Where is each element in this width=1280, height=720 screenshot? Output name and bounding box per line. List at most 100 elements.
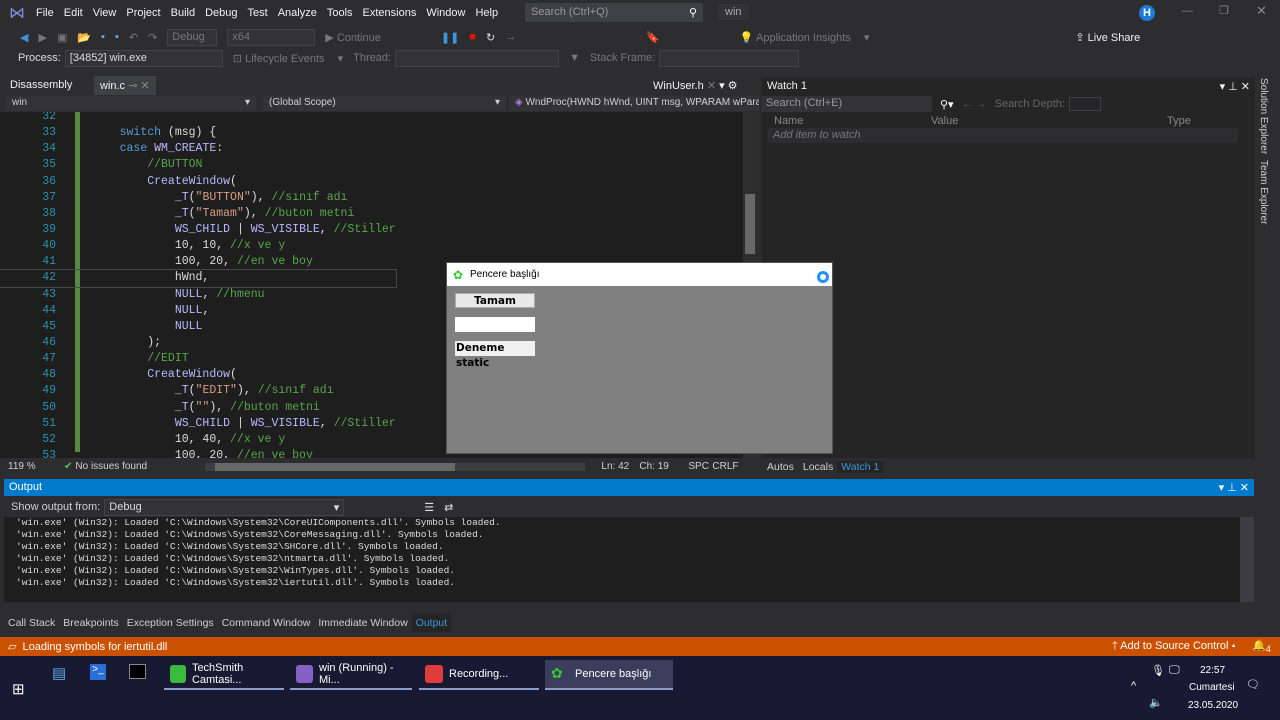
search-depth-dropdown[interactable] [1068, 97, 1101, 111]
global-search-input[interactable]: Search (Ctrl+Q) ⚲ [525, 3, 703, 22]
menu-help[interactable]: Help [470, 7, 503, 19]
gear-icon[interactable]: ⚙ [728, 80, 738, 92]
close-button[interactable]: ✕ [1256, 3, 1267, 19]
tamam-button[interactable]: Tamam [455, 293, 535, 308]
code-line[interactable]: 39 WS_CHILD | WS_VISIBLE, //Stiller [0, 222, 396, 238]
output-source-dropdown[interactable]: Debug ▾ [104, 498, 345, 516]
save-icon[interactable]: ▪ [101, 31, 105, 43]
function-dropdown[interactable]: ◈ WndProc(HWND hWnd, UINT msg, WPARAM wP… [509, 96, 759, 111]
step-over-icon[interactable]: → [505, 31, 516, 43]
code-line[interactable]: 43 NULL, //hmenu [0, 287, 396, 303]
action-center-icon[interactable]: 🗨 [1246, 678, 1260, 691]
powershell-icon[interactable]: >_ [90, 664, 106, 680]
platform-dropdown[interactable]: x64 [227, 28, 316, 46]
menu-project[interactable]: Project [121, 7, 165, 19]
redo-icon[interactable]: ↷ [148, 31, 157, 44]
output-text[interactable]: 'win.exe' (Win32): Loaded 'C:\Windows\Sy… [4, 517, 1254, 602]
pause-icon[interactable]: ❚❚ [441, 31, 459, 44]
code-line[interactable]: 46 ); [0, 335, 396, 351]
output-window-controls[interactable]: ▾ ⊥ ✕ [1219, 481, 1249, 494]
watch-search-input[interactable]: Search (Ctrl+E) [762, 96, 932, 112]
scope-dropdown[interactable]: (Global Scope) ▾ [263, 96, 506, 111]
thread-dropdown[interactable] [395, 49, 560, 67]
bookmark-icon[interactable]: 🔖 [646, 31, 660, 44]
code-line[interactable]: 52 10, 40, //x ve y [0, 432, 396, 448]
filter-icon[interactable]: ▼ [569, 52, 580, 64]
start-button[interactable]: ⊞ [12, 680, 25, 698]
menu-window[interactable]: Window [421, 7, 470, 19]
live-share-button[interactable]: ⇪ Live Share [1075, 31, 1150, 44]
taskbar-app-camtasia[interactable]: TechSmith Camtasi... [164, 660, 284, 690]
code-line[interactable]: 45 NULL [0, 319, 396, 335]
app-insights-button[interactable]: 💡 Application Insights ▾ [740, 31, 870, 44]
menu-analyze[interactable]: Analyze [273, 7, 322, 19]
clear-all-icon[interactable]: ☰ [424, 501, 434, 514]
menu-extensions[interactable]: Extensions [358, 7, 422, 19]
menu-view[interactable]: View [88, 7, 122, 19]
avatar[interactable]: H [1139, 5, 1155, 21]
clock-time[interactable]: 22:57 [1200, 665, 1225, 676]
tab-exception-settings[interactable]: Exception Settings [123, 614, 218, 632]
watch-window-controls[interactable]: ▾ ⊥ ✕ [1220, 80, 1250, 93]
explorer-icon[interactable]: ▤ [52, 664, 66, 682]
minimize-button[interactable]: — [1182, 5, 1193, 17]
code-line[interactable]: 40 10, 10, //x ve y [0, 238, 396, 254]
code-line[interactable]: 49 _T("EDIT"), //sınıf adı [0, 383, 396, 399]
tab-locals[interactable]: Locals [799, 461, 837, 473]
column-type[interactable]: Type [1167, 115, 1191, 127]
tab-autos[interactable]: Autos [762, 461, 799, 473]
add-watch-row[interactable]: Add item to watch [768, 128, 1238, 143]
code-line[interactable]: 34 case WM_CREATE: [0, 141, 396, 157]
process-dropdown[interactable]: [34852] win.exe [64, 49, 223, 67]
output-scrollbar[interactable] [1240, 517, 1254, 602]
clock-day[interactable]: Cumartesi [1189, 682, 1235, 693]
column-name[interactable]: Name [774, 115, 803, 127]
tab-watch-1[interactable]: Watch 1 [837, 460, 884, 473]
horizontal-scrollbar[interactable] [205, 462, 586, 471]
app-window-titlebar[interactable]: ✿ Pencere başlığı [447, 263, 832, 286]
config-dropdown[interactable]: Debug [167, 28, 218, 46]
code-line[interactable]: 38 _T("Tamam"), //buton metni [0, 206, 396, 222]
volume-icon[interactable]: 🔈 [1149, 696, 1163, 709]
restore-button[interactable]: ❐ [1219, 4, 1229, 17]
tab-command-window[interactable]: Command Window [218, 614, 315, 632]
save-all-icon[interactable]: ▪ [115, 31, 119, 43]
edit-field[interactable] [455, 317, 535, 332]
menu-file[interactable]: File [31, 7, 59, 19]
word-wrap-icon[interactable]: ⇄ [444, 501, 453, 514]
back-icon[interactable]: ◀ [20, 31, 28, 44]
network-icon[interactable]: 🖵 [1169, 664, 1180, 677]
search-icon[interactable]: ⚲▾ [940, 98, 954, 111]
code-line[interactable]: 32 [0, 112, 396, 125]
forward-icon[interactable]: ▶ [38, 31, 46, 44]
tab-breakpoints[interactable]: Breakpoints [59, 614, 122, 632]
code-line[interactable]: 44 NULL, [0, 303, 396, 319]
taskbar-app-pencere[interactable]: ✿ Pencere başlığı [545, 660, 673, 690]
back-arrow-icon[interactable]: ← → [962, 98, 987, 110]
column-value[interactable]: Value [931, 115, 958, 127]
code-line[interactable]: 41 100, 20, //en ve boy [0, 254, 396, 270]
taskbar-app-recording[interactable]: Recording... [419, 660, 539, 690]
menu-build[interactable]: Build [166, 7, 200, 19]
lifecycle-events-button[interactable]: ⊡ Lifecycle Events ▾ [233, 52, 343, 65]
show-hidden-icons[interactable]: ^ [1131, 680, 1136, 692]
continue-button[interactable]: ▶ Continue [325, 31, 391, 44]
tab-call-stack[interactable]: Call Stack [4, 614, 59, 632]
restart-icon[interactable]: ↻ [486, 31, 495, 44]
menu-edit[interactable]: Edit [59, 7, 88, 19]
code-line[interactable]: 47 //EDIT [0, 351, 396, 367]
undo-icon[interactable]: ↶ [129, 31, 138, 44]
close-tab-icon[interactable]: ✕ [707, 80, 716, 92]
menu-test[interactable]: Test [243, 7, 273, 19]
tab-disassembly[interactable]: Disassembly [10, 79, 72, 91]
microphone-icon[interactable]: 🎙 [1151, 664, 1165, 677]
code-line[interactable]: 50 _T(""), //buton metni [0, 400, 396, 416]
code-line[interactable]: 36 CreateWindow( [0, 174, 396, 190]
tab-winuser-h[interactable]: WinUser.h ✕ ▾ ⚙ [653, 79, 738, 92]
terminal-icon[interactable] [129, 664, 146, 679]
tab-immediate-window[interactable]: Immediate Window [314, 614, 411, 632]
open-icon[interactable]: 📂 [77, 31, 91, 44]
team-explorer-tab[interactable]: Team Explorer [1258, 160, 1269, 224]
zoom-dropdown[interactable]: 119 % [8, 461, 64, 472]
taskbar-app-visual-studio[interactable]: win (Running) - Mi... [290, 660, 412, 690]
